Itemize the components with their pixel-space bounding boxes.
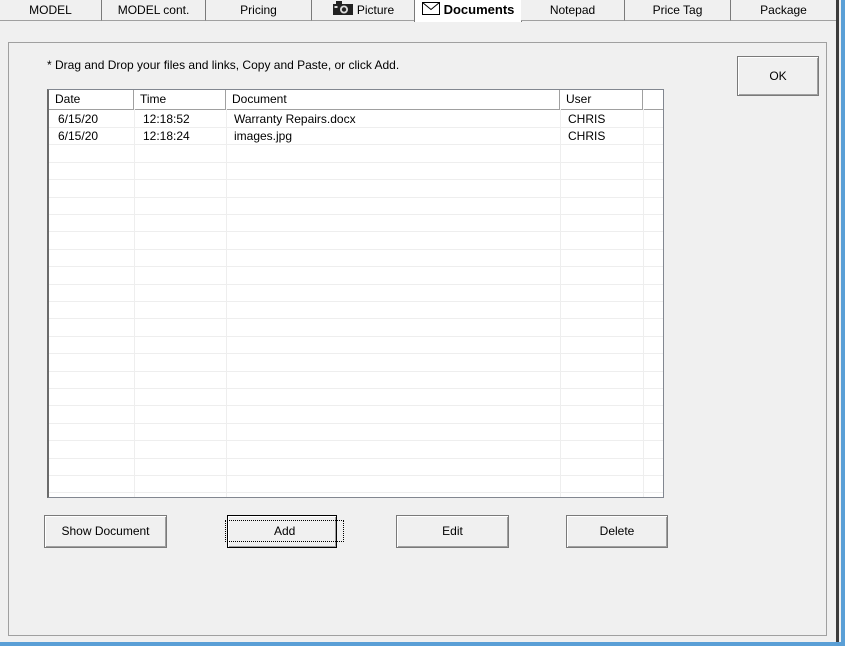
tab-label: Package bbox=[760, 3, 807, 17]
tab-label: Documents bbox=[443, 2, 515, 17]
grid-line bbox=[49, 301, 663, 302]
ok-button[interactable]: OK bbox=[737, 56, 819, 96]
tab-documents[interactable]: Documents bbox=[414, 0, 522, 22]
tab-pricing[interactable]: Pricing bbox=[206, 0, 312, 21]
grid-line bbox=[49, 457, 663, 459]
grid-line bbox=[49, 283, 663, 285]
grid-line bbox=[49, 196, 663, 198]
grid-line bbox=[49, 161, 663, 163]
grid-line bbox=[49, 248, 663, 250]
tab-price-tag[interactable]: Price Tag bbox=[625, 0, 731, 21]
column-header-user[interactable]: User bbox=[560, 90, 643, 109]
tab-label: Price Tag bbox=[652, 3, 703, 17]
column-header-date[interactable]: Date bbox=[49, 90, 134, 109]
grid-column-line bbox=[560, 109, 561, 497]
grid-line bbox=[49, 266, 663, 268]
row-document: Warranty Repairs.docx bbox=[234, 112, 356, 126]
grid-column-line bbox=[134, 109, 135, 497]
grid-column-line bbox=[643, 109, 644, 497]
grid-line bbox=[49, 214, 663, 215]
table-row[interactable]: 6/15/20 12:18:24 images.jpg CHRIS bbox=[49, 128, 663, 145]
tab-package[interactable]: Package bbox=[731, 0, 837, 21]
grid-line bbox=[49, 440, 663, 442]
tab-label: MODEL bbox=[29, 3, 72, 17]
camera-icon bbox=[332, 0, 353, 20]
drag-drop-hint: * Drag and Drop your files and links, Co… bbox=[47, 58, 400, 72]
row-time: 12:18:24 bbox=[143, 129, 190, 143]
window-frame-bottom bbox=[0, 642, 845, 646]
row-user: CHRIS bbox=[568, 112, 606, 126]
grid-line bbox=[49, 318, 663, 320]
delete-button[interactable]: Delete bbox=[566, 515, 668, 548]
tab-bar: MODEL MODEL cont. Pricing Picture Docume… bbox=[0, 0, 845, 22]
grid-line bbox=[49, 405, 663, 407]
grid-line bbox=[49, 388, 663, 389]
grid-line bbox=[49, 492, 663, 494]
list-header: Date Time Document User bbox=[49, 90, 663, 110]
delete-label: Delete bbox=[599, 524, 635, 538]
envelope-icon bbox=[421, 1, 440, 21]
tab-model-cont[interactable]: MODEL cont. bbox=[102, 0, 206, 21]
table-row[interactable]: 6/15/20 12:18:52 Warranty Repairs.docx C… bbox=[49, 111, 663, 128]
ok-button-label: OK bbox=[769, 69, 787, 83]
tab-label: MODEL cont. bbox=[117, 3, 190, 17]
column-header-document[interactable]: Document bbox=[226, 90, 560, 109]
document-list[interactable]: Date Time Document User 6/15/20 12:18:52… bbox=[47, 89, 664, 498]
column-header-filler bbox=[643, 90, 663, 109]
row-date: 6/15/20 bbox=[58, 129, 99, 143]
row-date: 6/15/20 bbox=[58, 112, 99, 126]
tab-label: Notepad bbox=[549, 3, 596, 17]
window-frame bbox=[841, 0, 845, 646]
grid-column-line bbox=[226, 109, 227, 497]
show-document-button[interactable]: Show Document bbox=[44, 515, 167, 548]
tab-model[interactable]: MODEL bbox=[0, 0, 102, 21]
grid-line bbox=[49, 370, 663, 372]
show-document-label: Show Document bbox=[61, 524, 150, 538]
tab-notepad[interactable]: Notepad bbox=[521, 0, 625, 21]
column-header-time[interactable]: Time bbox=[134, 90, 226, 109]
grid-line bbox=[49, 475, 663, 476]
tab-label: Picture bbox=[356, 3, 395, 17]
grid-line bbox=[49, 422, 663, 424]
window-border bbox=[836, 0, 839, 646]
tab-picture[interactable]: Picture bbox=[312, 0, 416, 21]
edit-button[interactable]: Edit bbox=[396, 515, 509, 548]
row-document: images.jpg bbox=[234, 129, 293, 143]
grid-line bbox=[49, 335, 663, 337]
grid-line bbox=[49, 353, 663, 355]
row-time: 12:18:52 bbox=[143, 112, 190, 126]
row-user: CHRIS bbox=[568, 129, 606, 143]
add-label: Add bbox=[224, 520, 345, 542]
grid-line bbox=[49, 179, 663, 181]
edit-label: Edit bbox=[442, 524, 463, 538]
add-button[interactable]: Add bbox=[224, 515, 345, 548]
grid-line bbox=[49, 231, 663, 233]
tab-label: Pricing bbox=[240, 3, 277, 17]
